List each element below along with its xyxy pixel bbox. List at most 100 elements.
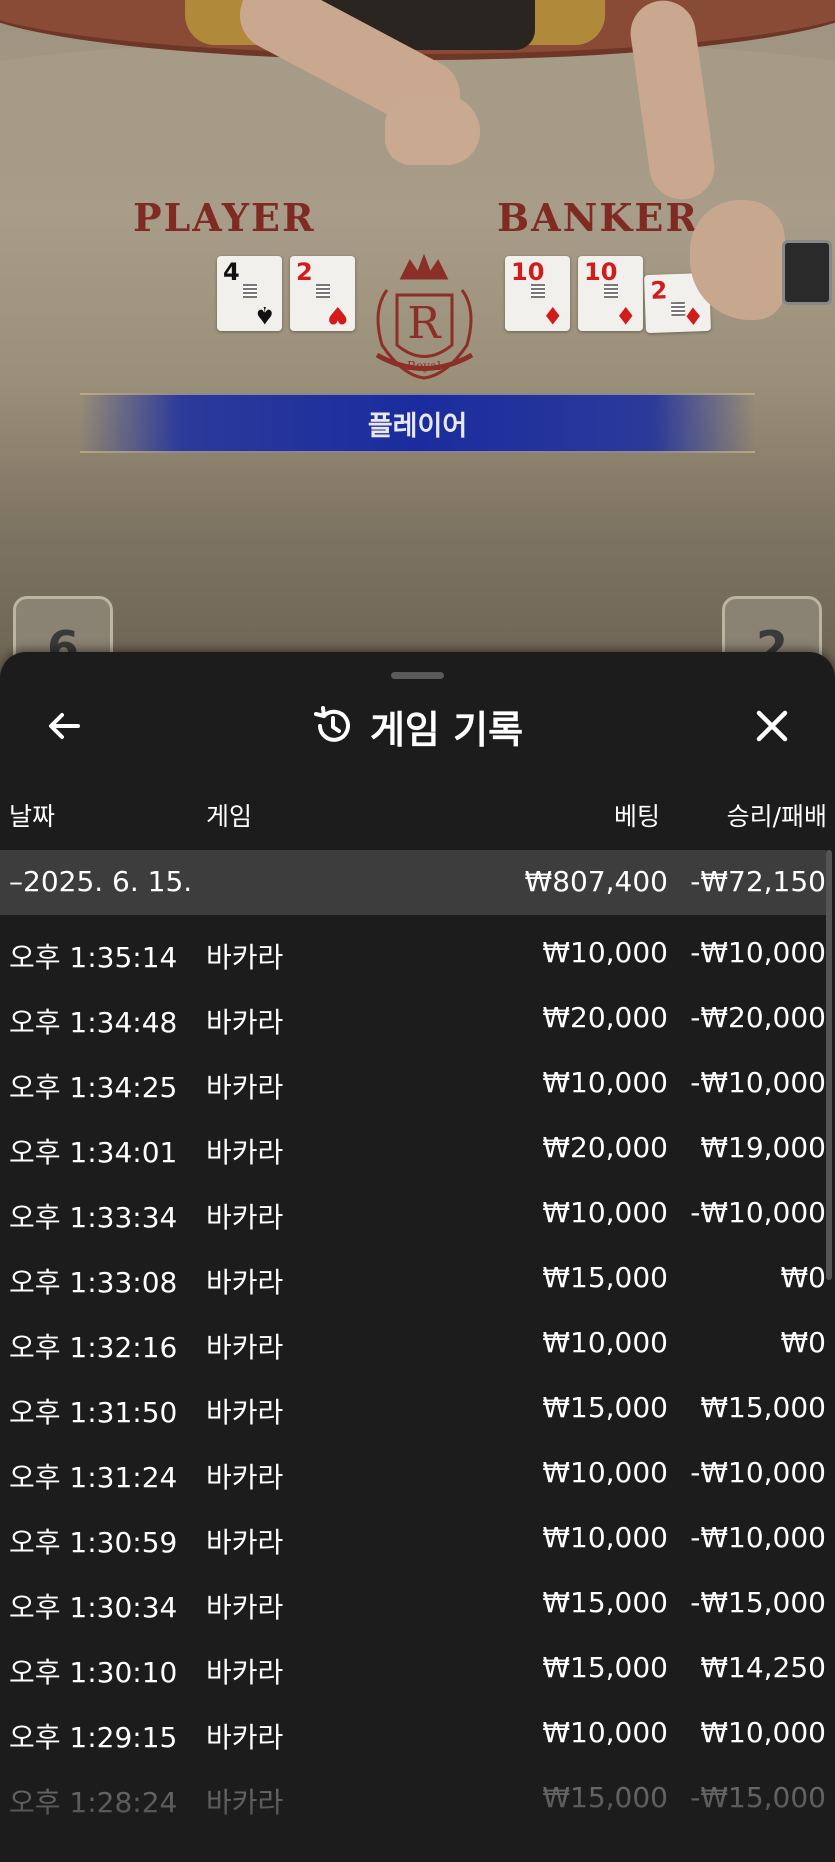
card-rank-bottom: ♦ <box>542 301 564 329</box>
scrollbar[interactable] <box>826 850 832 1280</box>
result-banner: 플레이어 <box>80 393 755 453</box>
history-row[interactable]: 오후 1:35:14 바카라 ₩10,000 -₩10,000 <box>0 915 826 980</box>
row-game: 바카라 <box>206 941 284 974</box>
sheet-title: 게임 기록 <box>369 707 524 752</box>
row-game: 바카라 <box>206 1526 284 1559</box>
history-row[interactable]: 오후 1:28:24 바카라 ₩15,000 -₩15,000 <box>0 1760 826 1825</box>
card-center <box>604 284 618 298</box>
sheet-header: 게임 기록 <box>0 700 835 752</box>
row-game: 바카라 <box>206 1396 284 1429</box>
date-group-summary-row[interactable]: –2025. 6. 15. ₩807,400 -₩72,150 <box>0 850 826 915</box>
row-bet: ₩15,000 <box>542 1391 668 1424</box>
card-rank-bottom: ♥ <box>327 301 349 329</box>
history-row[interactable]: 오후 1:32:16 바카라 ₩10,000 ₩0 <box>0 1305 826 1370</box>
history-row[interactable]: 오후 1:31:50 바카라 ₩15,000 ₩15,000 <box>0 1370 826 1435</box>
history-row[interactable]: 오후 1:30:34 바카라 ₩15,000 -₩15,000 <box>0 1565 826 1630</box>
row-bet: ₩10,000 <box>542 1521 668 1554</box>
row-bet: ₩15,000 <box>542 1586 668 1619</box>
card-rank-top: 10 <box>511 258 545 286</box>
row-bet: ₩15,000 <box>542 1651 668 1684</box>
row-win-loss: -₩10,000 <box>690 1456 826 1489</box>
row-win-loss: -₩10,000 <box>690 1196 826 1229</box>
row-win-loss: -₩20,000 <box>690 1001 826 1034</box>
result-text: 플레이어 <box>367 410 468 442</box>
row-time: 오후 1:34:25 <box>9 1071 178 1104</box>
row-time: 오후 1:30:10 <box>9 1656 178 1689</box>
row-game: 바카라 <box>206 1266 284 1299</box>
row-win-loss: ₩15,000 <box>700 1391 826 1424</box>
player-card: 4 ♠ <box>217 256 282 331</box>
row-bet: ₩20,000 <box>542 1001 668 1034</box>
logo-text: Royal <box>407 359 441 373</box>
row-time: 오후 1:28:24 <box>9 1786 178 1819</box>
row-time: 오후 1:32:16 <box>9 1331 178 1364</box>
drag-handle[interactable] <box>391 672 444 679</box>
history-row[interactable]: 오후 1:34:01 바카라 ₩20,000 ₩19,000 <box>0 1110 826 1175</box>
row-game: 바카라 <box>206 1006 284 1039</box>
logo-letter: R <box>407 298 442 349</box>
row-bet: ₩10,000 <box>542 1716 668 1749</box>
row-win-loss: ₩19,000 <box>700 1131 826 1164</box>
row-time: 오후 1:29:15 <box>9 1721 178 1754</box>
row-win-loss: -₩10,000 <box>690 1521 826 1554</box>
row-time: 오후 1:34:48 <box>9 1006 178 1039</box>
history-row[interactable]: 오후 1:31:24 바카라 ₩10,000 -₩10,000 <box>0 1435 826 1500</box>
row-bet: ₩10,000 <box>542 1456 668 1489</box>
row-win-loss: -₩15,000 <box>690 1586 826 1619</box>
row-game: 바카라 <box>206 1461 284 1494</box>
live-video-feed: PLAYER BANKER 4 ♠ 2 ♥ 10 ♦ 10 ♦ 2 ♦ R Royal 플레이어 … <box>0 0 835 700</box>
row-game: 바카라 <box>206 1136 284 1169</box>
history-row[interactable]: 오후 1:34:25 바카라 ₩10,000 -₩10,000 <box>0 1045 826 1110</box>
card-rank-top: 10 <box>584 258 618 286</box>
summary-date: –2025. 6. 15. <box>9 865 193 898</box>
history-row[interactable]: 오후 1:30:10 바카라 ₩15,000 ₩14,250 <box>0 1630 826 1695</box>
game-history-sheet: 게임 기록 날짜 게임 베팅 승리/패배 –2025. 6. 15. ₩807,… <box>0 652 835 1862</box>
row-time: 오후 1:31:50 <box>9 1396 178 1429</box>
dealer-left-hand <box>385 95 480 165</box>
card-center <box>316 284 330 298</box>
row-time: 오후 1:34:01 <box>9 1136 178 1169</box>
column-header-game: 게임 <box>206 802 253 831</box>
row-game: 바카라 <box>206 1656 284 1689</box>
row-bet: ₩15,000 <box>542 1261 668 1294</box>
row-win-loss: ₩14,250 <box>700 1651 826 1684</box>
row-bet: ₩10,000 <box>542 1326 668 1359</box>
row-game: 바카라 <box>206 1786 284 1819</box>
banker-card: 10 ♦ <box>578 256 643 331</box>
history-row[interactable]: 오후 1:29:15 바카라 ₩10,000 ₩10,000 <box>0 1695 826 1760</box>
player-area-label: PLAYER <box>133 195 316 240</box>
card-center <box>243 284 257 298</box>
history-row[interactable]: 오후 1:33:34 바카라 ₩10,000 -₩10,000 <box>0 1175 826 1240</box>
card-shoe <box>782 240 832 305</box>
row-game: 바카라 <box>206 1721 284 1754</box>
history-list: 오후 1:35:14 바카라 ₩10,000 -₩10,000 오후 1:34:48 바카… <box>0 915 826 1825</box>
card-center <box>531 284 545 298</box>
row-win-loss: ₩0 <box>780 1326 827 1359</box>
row-win-loss: -₩15,000 <box>690 1781 826 1814</box>
row-game: 바카라 <box>206 1331 284 1364</box>
row-win-loss: -₩10,000 <box>690 936 826 969</box>
royal-crest-logo: R Royal <box>375 253 474 380</box>
row-bet: ₩10,000 <box>542 936 668 969</box>
summary-bet-total: ₩807,400 <box>524 865 668 898</box>
card-rank-bottom: ♦ <box>615 301 637 329</box>
history-row[interactable]: 오후 1:33:08 바카라 ₩15,000 ₩0 <box>0 1240 826 1305</box>
card-rank-bottom: ♦ <box>682 301 705 330</box>
banker-card: 10 ♦ <box>505 256 570 331</box>
history-row[interactable]: 오후 1:34:48 바카라 ₩20,000 -₩20,000 <box>0 980 826 1045</box>
row-time: 오후 1:31:24 <box>9 1461 178 1494</box>
row-bet: ₩15,000 <box>542 1781 668 1814</box>
row-bet: ₩10,000 <box>542 1066 668 1099</box>
row-time: 오후 1:35:14 <box>9 941 178 974</box>
card-rank-bottom: ♠ <box>254 301 276 329</box>
banker-area-label: BANKER <box>497 195 699 240</box>
card-rank-top: 2 <box>650 276 668 305</box>
row-time: 오후 1:30:59 <box>9 1526 178 1559</box>
row-game: 바카라 <box>206 1591 284 1624</box>
close-icon <box>756 710 788 742</box>
row-win-loss: ₩0 <box>780 1261 827 1294</box>
row-bet: ₩10,000 <box>542 1196 668 1229</box>
close-button[interactable] <box>748 702 796 750</box>
history-row[interactable]: 오후 1:30:59 바카라 ₩10,000 -₩10,000 <box>0 1500 826 1565</box>
history-icon <box>313 706 350 742</box>
